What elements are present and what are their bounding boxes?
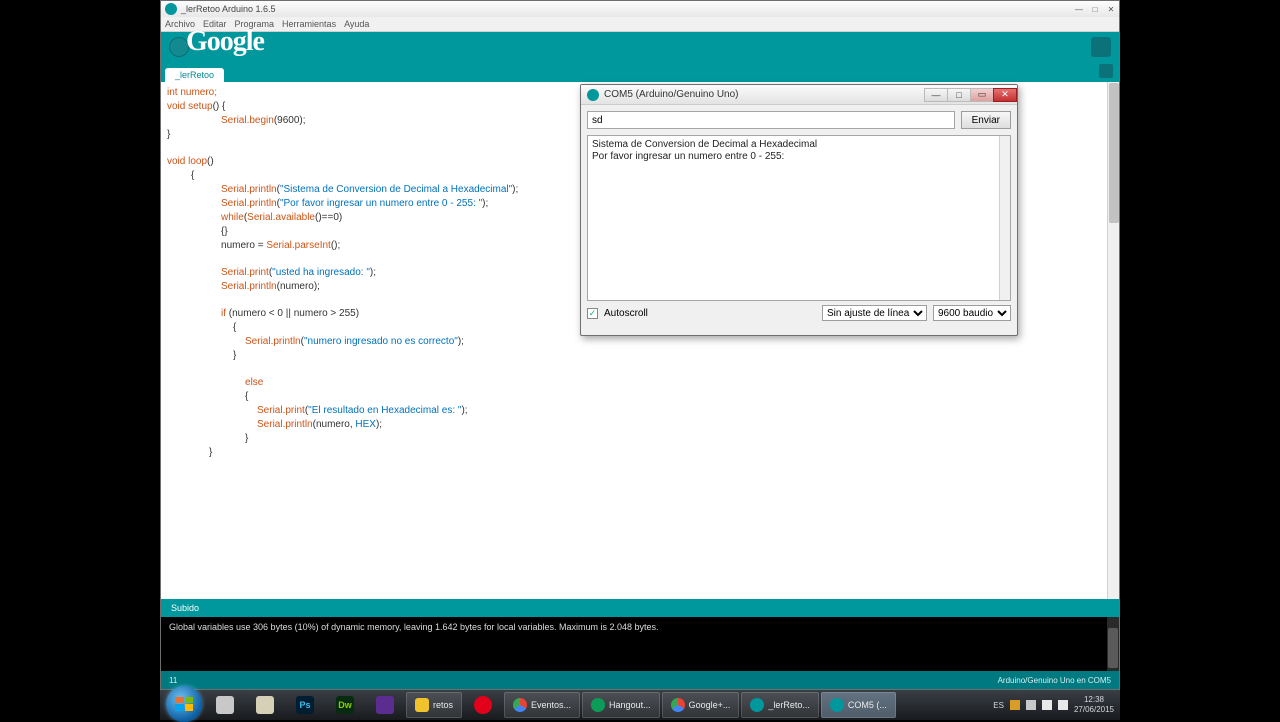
task-arduino-sketch[interactable]: _lerReto...: [741, 692, 819, 718]
serial-maximize-button[interactable]: □: [947, 88, 971, 102]
windows-logo-icon: [175, 697, 193, 711]
ide-console[interactable]: Global variables use 306 bytes (10%) of …: [161, 617, 1119, 671]
autoscroll-checkbox[interactable]: ✓: [587, 308, 598, 319]
board-indicator: Arduino/Genuino Uno en COM5: [998, 676, 1111, 685]
minimize-button[interactable]: —: [1071, 2, 1087, 16]
tab-menu-button[interactable]: [1099, 64, 1113, 78]
maximize-button[interactable]: □: [1087, 2, 1103, 16]
sketch-tab[interactable]: _lerRetoo: [165, 68, 224, 82]
code-line: int numero;: [167, 87, 217, 98]
line-ending-select[interactable]: Sin ajuste de línea: [822, 305, 927, 321]
serial-monitor-button[interactable]: [1091, 37, 1111, 57]
tray-volume-icon[interactable]: [1058, 700, 1068, 710]
serial-output-line: Sistema de Conversion de Decimal a Hexad…: [592, 139, 1006, 151]
pinned-app-photoshop[interactable]: Ps: [286, 692, 324, 718]
serial-input[interactable]: [587, 111, 955, 129]
system-tray: ES 12:38 27/06/2015: [993, 695, 1120, 715]
start-button[interactable]: [166, 686, 202, 722]
status-text: Subido: [171, 603, 199, 613]
menu-herramientas[interactable]: Herramientas: [282, 19, 336, 29]
serial-minimize-button[interactable]: —: [924, 88, 948, 102]
task-chrome-google[interactable]: Google+...: [662, 692, 740, 718]
ide-menubar: Archivo Editar Programa Herramientas Ayu…: [161, 17, 1119, 32]
tray-action-center-icon[interactable]: [1042, 700, 1052, 710]
baud-select[interactable]: 9600 baudio: [933, 305, 1011, 321]
serial-title: COM5 (Arduino/Genuino Uno): [604, 89, 739, 100]
console-scrollbar[interactable]: [1107, 617, 1119, 671]
autoscroll-label: Autoscroll: [604, 308, 648, 319]
arduino-icon: [587, 89, 599, 101]
task-explorer[interactable]: retos: [406, 692, 462, 718]
pinned-app[interactable]: [246, 692, 284, 718]
ide-tabbar: _lerRetoo: [161, 62, 1119, 82]
clock-time: 12:38: [1074, 695, 1114, 705]
line-indicator: 11: [169, 676, 177, 685]
pinned-app[interactable]: [206, 692, 244, 718]
logo-overlay: Google: [186, 26, 264, 58]
serial-output-scrollbar[interactable]: [999, 136, 1010, 300]
tray-network-icon[interactable]: [1026, 700, 1036, 710]
pinned-app-opera[interactable]: [464, 692, 502, 718]
serial-monitor-window: COM5 (Arduino/Genuino Uno) — □ ▭ ✕ Envia…: [580, 84, 1018, 336]
serial-titlebar[interactable]: COM5 (Arduino/Genuino Uno) — □ ▭ ✕: [581, 85, 1017, 105]
task-arduino-serial[interactable]: COM5 (...: [821, 692, 896, 718]
windows-taskbar: Ps Dw retos Eventos... Hangout... Google…: [160, 690, 1120, 720]
serial-output[interactable]: Sistema de Conversion de Decimal a Hexad…: [587, 135, 1011, 301]
ide-titlebar[interactable]: _lerRetoo Arduino 1.6.5 — □ ✕: [161, 1, 1119, 17]
serial-close-button[interactable]: ✕: [993, 88, 1017, 102]
editor-scrollbar[interactable]: [1107, 82, 1119, 599]
pinned-app-dreamweaver[interactable]: Dw: [326, 692, 364, 718]
serial-send-button[interactable]: Enviar: [961, 111, 1011, 129]
serial-output-line: Por favor ingresar un numero entre 0 - 2…: [592, 151, 1006, 163]
arduino-icon: [165, 3, 177, 15]
ide-bottombar: 11 Arduino/Genuino Uno en COM5: [161, 671, 1119, 689]
tray-flag-icon[interactable]: [1010, 700, 1020, 710]
ide-toolbar: Google: [161, 32, 1119, 62]
ide-statusbar: Subido: [161, 599, 1119, 617]
menu-ayuda[interactable]: Ayuda: [344, 19, 369, 29]
console-line: Global variables use 306 bytes (10%) of …: [169, 621, 1111, 634]
task-chrome-eventos[interactable]: Eventos...: [504, 692, 580, 718]
taskbar-clock[interactable]: 12:38 27/06/2015: [1074, 695, 1114, 715]
clock-date: 27/06/2015: [1074, 705, 1114, 715]
pinned-app-visualstudio[interactable]: [366, 692, 404, 718]
serial-restore-button[interactable]: ▭: [970, 88, 994, 102]
ide-title: _lerRetoo Arduino 1.6.5: [181, 4, 276, 14]
close-button[interactable]: ✕: [1103, 2, 1119, 16]
language-indicator[interactable]: ES: [993, 701, 1004, 710]
task-hangouts[interactable]: Hangout...: [582, 692, 660, 718]
